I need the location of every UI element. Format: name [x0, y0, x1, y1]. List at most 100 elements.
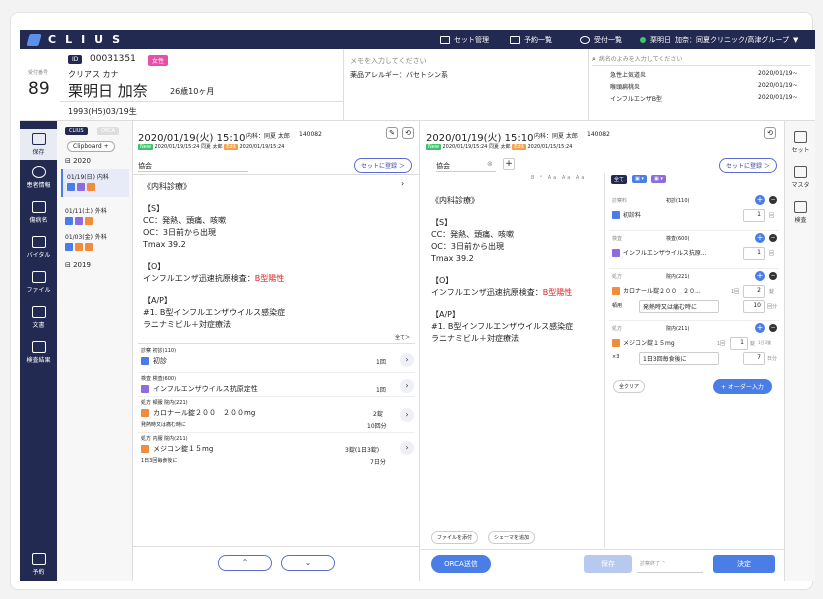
insurance-tab[interactable]: 協会: [138, 161, 248, 172]
patient-age: 26歳10ヶ月: [170, 87, 215, 96]
chevron-right-icon[interactable]: ›: [400, 379, 414, 393]
disease-search-input[interactable]: ⌕ 病名のよみを入力してください: [592, 54, 810, 66]
usage-input[interactable]: 1日3回毎食後に: [639, 352, 719, 365]
visit-item[interactable]: 01/19(日) 内科: [61, 169, 129, 197]
sidebar-item-file[interactable]: ファイル: [20, 271, 57, 294]
order-type-icon: [612, 339, 620, 347]
save-button[interactable]: 保存: [584, 555, 632, 573]
remove-icon[interactable]: −: [769, 234, 777, 242]
soap-line: OC：3日前から出現: [431, 242, 504, 251]
register-set-button[interactable]: セットに登録 ＞: [719, 158, 777, 173]
add-icon[interactable]: +: [755, 271, 765, 281]
edit-icon[interactable]: ✎: [386, 127, 398, 139]
sidebar-item-document[interactable]: 文書: [20, 306, 57, 329]
order-code[interactable]: 検査(600): [666, 235, 689, 242]
folder-icon: [31, 271, 46, 283]
disease-name[interactable]: インフルエンザB型: [610, 94, 662, 103]
nav-appointments[interactable]: 予約一覧: [510, 35, 552, 45]
search-icon: ⌕: [592, 55, 596, 63]
add-tab-button[interactable]: +: [503, 158, 515, 170]
scroll-down-button[interactable]: ⌄: [281, 555, 335, 571]
usage-method[interactable]: ×3: [612, 354, 619, 360]
per-dose-label: 1回: [717, 341, 726, 347]
add-schema-button[interactable]: シェーマを追加: [488, 531, 536, 544]
add-icon[interactable]: +: [755, 233, 765, 243]
tab-orca[interactable]: ORCA: [97, 127, 120, 135]
order-row[interactable]: 診察 初診(110) 初診 1回 ›: [138, 345, 415, 373]
nav-reception[interactable]: 受付一覧: [580, 35, 622, 45]
remove-icon[interactable]: −: [769, 272, 777, 280]
show-all-link[interactable]: 全て＞: [395, 334, 410, 341]
order-code[interactable]: 院内(221): [666, 273, 689, 280]
edit-tag: Edit: [224, 144, 238, 150]
add-icon[interactable]: +: [755, 323, 765, 333]
remove-icon[interactable]: −: [769, 196, 777, 204]
soap-line: 【O】: [143, 262, 166, 271]
chevron-right-icon[interactable]: ›: [400, 408, 414, 422]
order-row[interactable]: 検査 検査(600) インフルエンザウイルス抗原定性 1回 ›: [138, 373, 415, 397]
year-2020[interactable]: ⊟ 2020: [65, 157, 91, 165]
close-icon[interactable]: ⊗: [487, 160, 493, 168]
history-icon[interactable]: ⟲: [764, 127, 776, 139]
usage-input[interactable]: 発熱時又は痛む時に: [639, 300, 719, 313]
flask-icon: [31, 341, 46, 353]
sidebar-item-set[interactable]: セット: [785, 131, 816, 154]
memo-input[interactable]: メモを入力してください: [350, 56, 427, 66]
order-name: メジコン錠１５mg: [153, 445, 214, 453]
order-row[interactable]: 処方 内服 院内(211) メジコン錠１５mg 1日3回毎食後に 3錠(1日3錠…: [138, 433, 415, 471]
visit-item[interactable]: 01/03(金) 外科: [61, 229, 129, 255]
user-menu[interactable]: 栗明日 加奈：同夏クリニック/高津グループ ▼: [640, 35, 798, 45]
nav-set-management[interactable]: セット管理: [440, 35, 489, 45]
days-input[interactable]: 7: [743, 352, 765, 365]
scroll-up-button[interactable]: ⌃: [218, 555, 272, 571]
chevron-right-icon[interactable]: ›: [400, 353, 414, 367]
note-datetime: 2020/01/19(火) 15:10: [426, 133, 534, 144]
register-set-button[interactable]: セットに登録 ＞: [354, 158, 412, 173]
clipboard-button[interactable]: Clipboard +: [67, 141, 115, 152]
orca-send-button[interactable]: ORCA送信: [431, 555, 491, 573]
add-icon[interactable]: +: [755, 195, 765, 205]
filter-dropdown[interactable]: ▣ ▾: [651, 175, 666, 183]
history-icon[interactable]: ⟲: [402, 127, 414, 139]
usage-method[interactable]: 頓用: [612, 302, 622, 309]
filter-dropdown[interactable]: ▣ ▾: [632, 175, 647, 183]
qty-input[interactable]: 2: [743, 285, 765, 298]
sidebar-item-vital[interactable]: バイタル: [20, 236, 57, 259]
sidebar-item-save[interactable]: 保存: [20, 129, 57, 160]
filter-all[interactable]: 全て: [611, 175, 628, 184]
sidebar-item-exam[interactable]: 検査: [785, 201, 816, 224]
disease-name[interactable]: 喉頭扁桃炎: [610, 82, 640, 91]
days-input[interactable]: 10: [743, 300, 765, 313]
confirm-button[interactable]: 決定: [713, 555, 775, 573]
exam-status-select[interactable]: 診察終了 ⌃: [637, 555, 703, 573]
sidebar-item-master[interactable]: マスタ: [785, 166, 816, 189]
sidebar-item-disease[interactable]: 傷病名: [20, 201, 57, 224]
order-code[interactable]: 初診(110): [666, 197, 689, 204]
soap-text[interactable]: 【S】 CC：発熱、頭痛、咳嗽 OC：3日前から出現 Tmax 39.2 【O】…: [431, 217, 573, 345]
disease-search-placeholder: 病名のよみを入力してください: [598, 56, 683, 63]
sidebar-item-patient[interactable]: 患者情報: [20, 166, 57, 189]
visit-item[interactable]: 01/11(土) 外科: [61, 203, 129, 229]
soap-line: ラニナミビル＋対症療法: [143, 320, 231, 329]
order-row[interactable]: 処方 頓服 院内(221) カロナール錠２００ ２００mg 発熱時又は痛む時に …: [138, 397, 415, 433]
disease-name[interactable]: 急性上気道炎: [610, 70, 646, 79]
order-input-button[interactable]: + オーダー入力: [713, 379, 772, 394]
edit-tag: Edit: [512, 144, 526, 150]
qty-input[interactable]: 1: [743, 247, 765, 260]
order-category: 診察 初診(110): [141, 348, 177, 354]
right-sidebar: セット マスタ 検査: [784, 121, 815, 581]
sidebar-item-lab[interactable]: 検査結果: [20, 341, 57, 364]
tab-clius[interactable]: CLIUS: [65, 127, 88, 135]
soap-line: Tmax 39.2: [431, 254, 474, 263]
order-code[interactable]: 院内(211): [666, 325, 689, 332]
chevron-right-icon[interactable]: ›: [401, 179, 404, 188]
sidebar-item-appointment[interactable]: 予約: [20, 553, 57, 576]
chevron-right-icon[interactable]: ›: [400, 441, 414, 455]
year-2019[interactable]: ⊟ 2019: [65, 261, 91, 269]
clear-all-button[interactable]: 全クリア: [613, 380, 646, 393]
qty-input[interactable]: 1: [730, 337, 748, 350]
remove-icon[interactable]: −: [769, 324, 777, 332]
qty-input[interactable]: 1: [743, 209, 765, 222]
format-toolbar[interactable]: B ᴬ Aa Aa Aa: [531, 175, 586, 181]
attach-file-button[interactable]: ファイルを添付: [431, 531, 479, 544]
